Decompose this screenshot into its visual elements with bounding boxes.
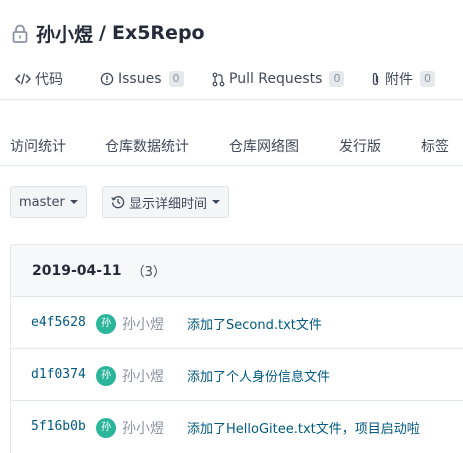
subtab-releases[interactable]: 发行版	[339, 136, 381, 156]
commit-message-link[interactable]: 添加了个人身份信息文件	[187, 366, 330, 385]
commit-author[interactable]: 孙小煜	[122, 418, 164, 438]
show-detail-time-label: 显示详细时间	[129, 196, 208, 212]
repo-owner-link[interactable]: 孙小煜	[36, 20, 93, 47]
statistics-subnav: 访问统计 仓库数据统计 仓库网络图 发行版 标签	[0, 128, 463, 166]
pull-request-icon	[212, 72, 225, 87]
repo-name-link[interactable]: Ex5Repo	[112, 22, 205, 44]
commit-author[interactable]: 孙小煜	[122, 314, 164, 334]
repo-title: 孙小煜 / Ex5Repo	[10, 20, 205, 46]
caret-down-icon	[69, 200, 78, 204]
caret-down-icon	[212, 200, 221, 204]
commit-author[interactable]: 孙小煜	[122, 366, 164, 386]
tab-pull-requests-label: Pull Requests	[229, 71, 323, 87]
subtab-repo-data-stats[interactable]: 仓库数据统计	[105, 136, 189, 156]
show-detail-time-dropdown[interactable]: 显示详细时间	[102, 186, 230, 218]
tab-code-label: 代码	[35, 72, 63, 88]
paperclip-icon	[370, 72, 381, 87]
commit-message-link[interactable]: 添加了HelloGitee.txt文件，项目启动啦	[187, 418, 420, 437]
commit-row: e4f5628 孙 孙小煜 添加了Second.txt文件	[11, 297, 463, 349]
commit-message-link[interactable]: 添加了Second.txt文件	[187, 314, 322, 333]
commit-row: 5f16b0b 孙 孙小煜 添加了HelloGitee.txt文件，项目启动啦	[11, 401, 463, 453]
history-icon	[111, 195, 125, 209]
pull-requests-count-badge: 0	[329, 71, 345, 87]
commit-date: 2019-04-11	[32, 262, 122, 279]
tab-attachments-label: 附件	[385, 72, 413, 88]
commit-sha-link[interactable]: d1f0374	[31, 367, 86, 382]
branch-label: master	[19, 194, 65, 210]
tab-attachments[interactable]: 附件 0	[370, 68, 435, 90]
commit-sha-link[interactable]: e4f5628	[31, 315, 86, 330]
avatar[interactable]: 孙	[96, 366, 116, 386]
tab-code[interactable]: 代码	[15, 68, 63, 90]
commit-sha-link[interactable]: 5f16b0b	[31, 419, 86, 434]
repo-nav-tabs: 代码 Issues 0 Pull Requests 0 附件 0	[0, 58, 463, 100]
commit-group-header: 2019-04-11 （3）	[11, 245, 463, 297]
avatar[interactable]: 孙	[96, 418, 116, 438]
subtab-tags[interactable]: 标签	[421, 136, 449, 156]
code-icon	[15, 72, 31, 86]
commit-group: 2019-04-11 （3） e4f5628 孙 孙小煜 添加了Second.t…	[10, 244, 463, 453]
subtab-visit-stats[interactable]: 访问统计	[10, 136, 66, 156]
repo-separator: /	[99, 22, 106, 44]
attachments-count-badge: 0	[420, 71, 435, 87]
tab-pull-requests[interactable]: Pull Requests 0	[212, 68, 345, 90]
branch-dropdown[interactable]: master	[10, 186, 87, 218]
lock-icon	[10, 22, 30, 44]
tab-issues[interactable]: Issues 0	[100, 68, 184, 90]
issue-icon	[100, 72, 114, 86]
commit-row: d1f0374 孙 孙小煜 添加了个人身份信息文件	[11, 349, 463, 401]
subtab-network-graph[interactable]: 仓库网络图	[229, 136, 299, 156]
commit-count: （3）	[131, 265, 166, 280]
avatar[interactable]: 孙	[96, 314, 116, 334]
issues-count-badge: 0	[168, 71, 184, 87]
tab-issues-label: Issues	[118, 71, 162, 87]
